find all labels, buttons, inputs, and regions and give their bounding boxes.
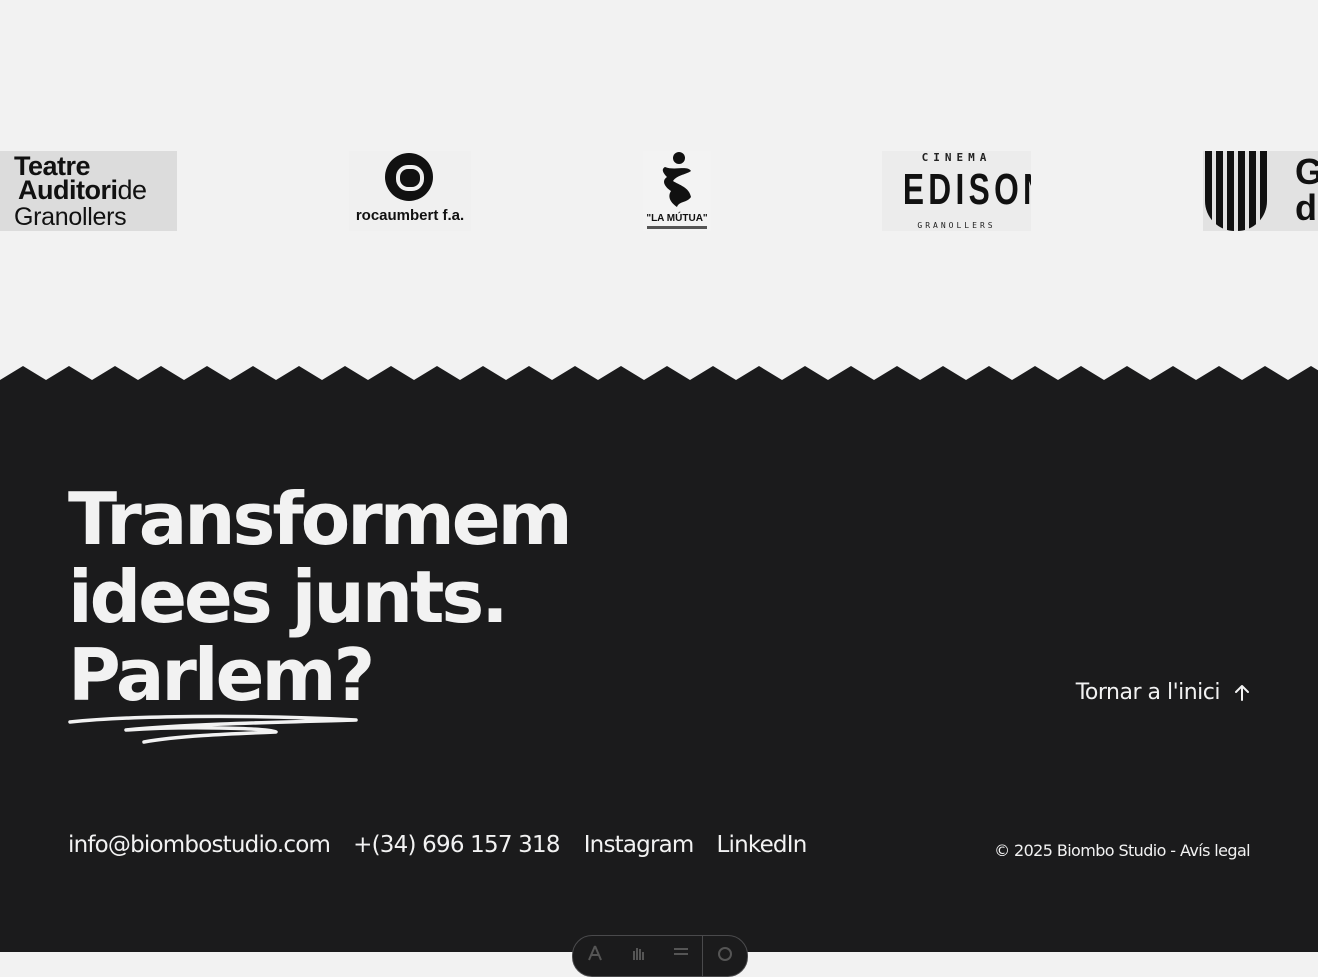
linkedin-link[interactable]: LinkedIn <box>717 832 808 858</box>
headline-line-2: idees junts. <box>68 555 509 639</box>
scribble-underline <box>68 714 358 744</box>
logo-la-mutua: "LA MÚTUA" <box>643 151 711 231</box>
logo-la-mutua-subline <box>647 226 707 229</box>
logo-edison-bottom: GRANOLLERS <box>917 221 996 230</box>
generalitat-shield-icon <box>1205 151 1267 231</box>
menu-icon[interactable] <box>659 936 702 976</box>
client-logos-strip: Teatre Auditoride Granollers rocaumbert … <box>0 0 1318 370</box>
headline-line-1: Transformem <box>68 477 573 561</box>
zigzag-divider <box>0 366 1318 382</box>
rocaumbert-mark-icon <box>385 153 433 201</box>
copyright-text: © 2025 Biombo Studio - <box>994 841 1180 860</box>
headline-line-3[interactable]: Parlem? <box>68 636 570 714</box>
logo-cinema-edison: CINEMA EDISON GRANOLLERS <box>882 151 1031 231</box>
back-to-top-link[interactable]: Tornar a l'inici <box>1076 680 1252 705</box>
logo-rocaumbert: rocaumbert f.a. <box>349 151 471 231</box>
site-footer: Transformem idees junts. Parlem? Tornar … <box>0 380 1318 977</box>
floating-toolbar <box>572 935 748 977</box>
logo-generalitat-line2: de <box>1295 187 1318 228</box>
accessibility-icon[interactable] <box>573 936 616 976</box>
logo-teatre-line2-light: de <box>117 175 147 205</box>
logo-rocaumbert-text: rocaumbert f.a. <box>355 207 465 224</box>
logo-teatre-line2: Auditoride <box>18 175 147 206</box>
logo-edison-top: CINEMA <box>921 151 992 164</box>
logo-teatre-line2-bold: Auditori <box>18 175 118 205</box>
footer-headline: Transformem idees junts. Parlem? <box>68 477 573 714</box>
settings-icon[interactable] <box>703 936 746 976</box>
hand-icon[interactable] <box>616 936 659 976</box>
logo-edison-main: EDISON <box>902 165 1031 214</box>
logo-la-mutua-text: "LA MÚTUA" <box>646 213 708 224</box>
la-mutua-figure-icon <box>662 152 691 207</box>
footer-contacts: info@biombostudio.com +(34) 696 157 318 … <box>68 832 807 858</box>
email-link[interactable]: info@biombostudio.com <box>68 832 331 858</box>
arrow-up-icon <box>1235 684 1249 701</box>
logo-teatre-line3: Granollers <box>14 203 127 231</box>
back-to-top-label: Tornar a l'inici <box>1075 680 1221 705</box>
logo-teatre-auditori-granollers: Teatre Auditoride Granollers <box>0 151 177 231</box>
copyright: © 2025 Biombo Studio - Avís legal <box>994 841 1250 860</box>
legal-notice-link[interactable]: Avís legal <box>1180 841 1251 860</box>
logo-generalitat: Ge de <box>1203 151 1318 231</box>
instagram-link[interactable]: Instagram <box>584 832 695 858</box>
phone-link[interactable]: +(34) 696 157 318 <box>353 832 560 858</box>
